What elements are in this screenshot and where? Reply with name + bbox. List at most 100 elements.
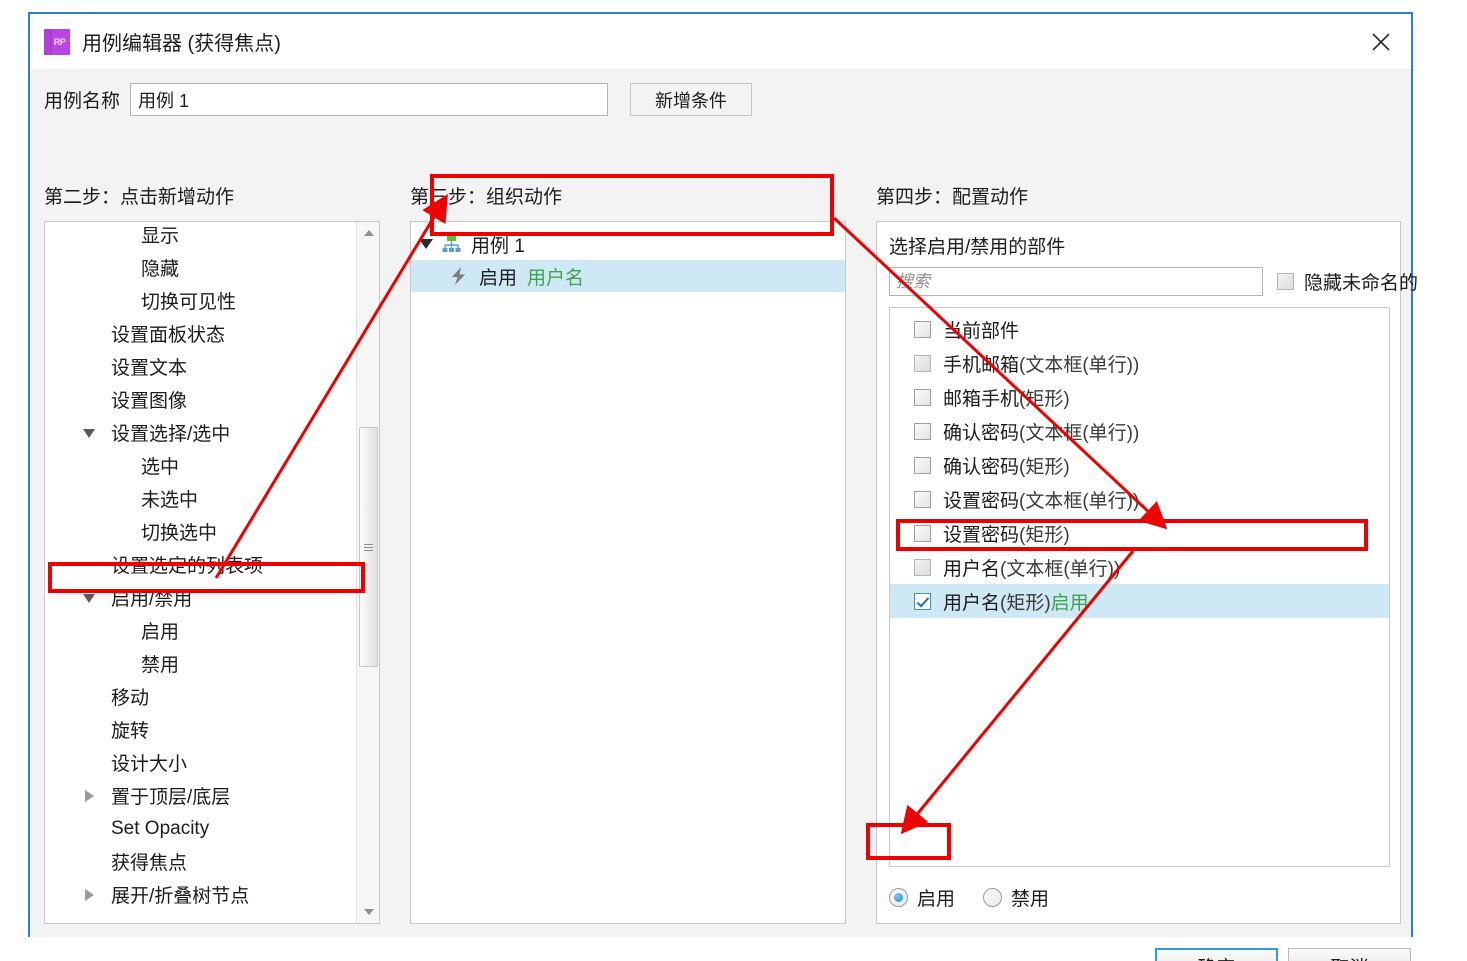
use-case-name-input[interactable] xyxy=(130,83,609,116)
collapsed-triangle-icon[interactable] xyxy=(85,889,94,901)
dialog-body: 用例名称 新增条件 第二步：点击新增动作 第三步：组织动作 第四步：配置动作 显… xyxy=(30,69,1418,961)
sitemap-icon xyxy=(441,235,461,253)
widget-name: 设置密码 xyxy=(943,524,1020,546)
widget-name: 用户名 xyxy=(943,558,1001,580)
action-list-item[interactable]: 设置选定的列表项 xyxy=(45,548,379,581)
widget-type: (文本框(单行)) xyxy=(1019,354,1140,376)
widget-checkbox[interactable] xyxy=(914,456,931,474)
use-case-name-row: 用例名称 新增条件 xyxy=(44,83,753,116)
action-list-item[interactable]: 设计大小 xyxy=(45,746,379,779)
search-input[interactable] xyxy=(889,267,1263,296)
hide-unnamed-checkbox[interactable]: 隐藏未命名的 xyxy=(1277,268,1418,295)
action-list-item-label: 设置面板状态 xyxy=(111,325,226,346)
widget-checkbox[interactable] xyxy=(914,524,931,542)
hide-unnamed-label: 隐藏未命名的 xyxy=(1304,273,1419,294)
action-list-item[interactable]: 显示 xyxy=(45,222,379,251)
action-list-item-label: 禁用 xyxy=(141,655,180,676)
action-list-item[interactable]: 旋转 xyxy=(45,713,379,746)
action-list-item[interactable]: 展开/折叠树节点 xyxy=(45,878,379,911)
widget-checkbox[interactable] xyxy=(914,592,931,610)
action-list-item[interactable]: 启用/禁用 xyxy=(45,581,379,614)
cancel-button[interactable]: 取消 xyxy=(1288,948,1411,961)
radio-enable[interactable]: 启用 xyxy=(889,884,955,911)
bolt-icon xyxy=(449,266,469,286)
action-list-item-label: 启用 xyxy=(141,622,180,643)
action-list-item[interactable]: 设置文本 xyxy=(45,350,379,383)
widget-type: (文本框(单行)) xyxy=(1019,490,1140,512)
action-list-item[interactable]: 切换可见性 xyxy=(45,284,379,317)
widget-list-item[interactable]: 确认密码 (矩形) xyxy=(890,448,1389,482)
widget-state: 启用 xyxy=(1050,592,1089,614)
widget-checkbox[interactable] xyxy=(914,320,931,338)
widget-checkbox-list[interactable]: 当前部件 手机邮箱 (文本框(单行)) 邮箱手机 (矩形) 确认密码 (文本框(单行)… xyxy=(889,307,1390,867)
widget-list-item[interactable]: 设置密码 (文本框(单行)) xyxy=(890,482,1389,516)
action-list-item[interactable]: Set Opacity xyxy=(45,812,379,845)
scroll-down-icon[interactable] xyxy=(357,901,379,923)
widget-checkbox[interactable] xyxy=(914,388,931,406)
action-list-item-label: Set Opacity xyxy=(111,817,210,839)
configure-heading: 选择启用/禁用的部件 xyxy=(889,237,1066,258)
expanded-triangle-icon[interactable] xyxy=(83,429,95,438)
organize-actions-panel[interactable]: 用例 1 启用 用户名 xyxy=(410,221,846,924)
widget-checkbox[interactable] xyxy=(914,422,931,440)
widget-list-item[interactable]: 确认密码 (文本框(单行)) xyxy=(890,414,1389,448)
action-list-item[interactable]: 获得焦点 xyxy=(45,845,379,878)
action-list: 显示 隐藏 切换可见性 设置面板状态 设置文本 设置图像 设置选择/选中 选中 未选中 切换选中设… xyxy=(45,222,379,923)
widget-list-item[interactable]: 用户名 (文本框(单行)) xyxy=(890,550,1389,584)
widget-list-item[interactable]: 当前部件 xyxy=(890,312,1389,346)
widget-type: (文本框(单行)) xyxy=(1000,558,1121,580)
step3-heading: 第三步：组织动作 xyxy=(410,187,563,208)
ok-button[interactable]: 确定 xyxy=(1155,948,1278,961)
action-list-item-label: 选中 xyxy=(141,457,180,478)
action-list-item[interactable]: 移动 xyxy=(45,680,379,713)
widget-list-item[interactable]: 用户名 (矩形) 启用 xyxy=(890,584,1389,618)
action-list-item-label: 启用/禁用 xyxy=(111,589,193,610)
widget-name: 当前部件 xyxy=(943,320,1020,342)
enable-disable-radio-group: 启用 禁用 xyxy=(889,884,1049,911)
action-list-item[interactable]: 设置图像 xyxy=(45,383,379,416)
widget-checkbox[interactable] xyxy=(914,558,931,576)
action-list-panel[interactable]: 显示 隐藏 切换可见性 设置面板状态 设置文本 设置图像 设置选择/选中 选中 未选中 切换选中设… xyxy=(44,221,380,924)
action-list-item[interactable]: 启用 xyxy=(45,614,379,647)
action-list-item[interactable]: 未选中 xyxy=(45,482,379,515)
radio-disable-label: 禁用 xyxy=(1011,889,1050,910)
expanded-triangle-icon[interactable] xyxy=(83,594,95,603)
radio-disable[interactable]: 禁用 xyxy=(983,884,1049,911)
action-list-item-label: 移动 xyxy=(111,688,150,709)
radio-disable-dot xyxy=(983,888,1003,907)
widget-checkbox[interactable] xyxy=(914,354,931,372)
widget-checkbox[interactable] xyxy=(914,490,931,508)
configure-action-panel: 选择启用/禁用的部件 隐藏未命名的 当前部件手机邮箱 (文本框(单行))邮箱手机… xyxy=(876,221,1418,924)
action-list-item[interactable]: 设置选择/选中 xyxy=(45,416,379,449)
scrollbar-thumb[interactable] xyxy=(359,427,378,667)
widget-name: 邮箱手机 xyxy=(943,388,1020,410)
tree-child-action: 启用 xyxy=(479,267,518,289)
action-list-item-label: 隐藏 xyxy=(141,259,180,280)
widget-list-item[interactable]: 设置密码 (矩形) xyxy=(890,516,1389,550)
tree-root-node[interactable]: 用例 1 xyxy=(411,228,845,260)
widget-name: 手机邮箱 xyxy=(943,354,1020,376)
action-list-item[interactable]: 禁用 xyxy=(45,647,379,680)
action-list-item-label: 展开/折叠树节点 xyxy=(111,886,250,907)
action-list-item[interactable]: 置于顶层/底层 xyxy=(45,779,379,812)
widget-list-item[interactable]: 手机邮箱 (文本框(单行)) xyxy=(890,346,1389,380)
close-icon[interactable] xyxy=(1351,14,1411,69)
action-list-item-label: 获得焦点 xyxy=(111,853,188,874)
radio-enable-dot xyxy=(889,888,908,907)
step2-heading: 第二步：点击新增动作 xyxy=(44,187,235,208)
collapsed-triangle-icon[interactable] xyxy=(85,790,94,802)
widget-name: 确认密码 xyxy=(943,422,1020,444)
action-list-item[interactable]: 设置面板状态 xyxy=(45,317,379,350)
action-list-item[interactable]: 选中 xyxy=(45,449,379,482)
scroll-up-icon[interactable] xyxy=(357,222,379,244)
widget-list-item[interactable]: 邮箱手机 (矩形) xyxy=(890,380,1389,414)
tree-child-node[interactable]: 启用 用户名 xyxy=(411,260,845,292)
rp-logo-icon: RP xyxy=(44,28,70,55)
action-list-item[interactable]: 隐藏 xyxy=(45,251,379,284)
action-list-item[interactable]: 切换选中 xyxy=(45,515,379,548)
widget-type: (矩形) xyxy=(1019,524,1070,546)
action-list-item-label: 置于顶层/底层 xyxy=(111,787,231,808)
action-list-scrollbar[interactable] xyxy=(356,222,379,923)
expanded-triangle-icon[interactable] xyxy=(419,239,433,249)
add-condition-button[interactable]: 新增条件 xyxy=(630,83,753,116)
